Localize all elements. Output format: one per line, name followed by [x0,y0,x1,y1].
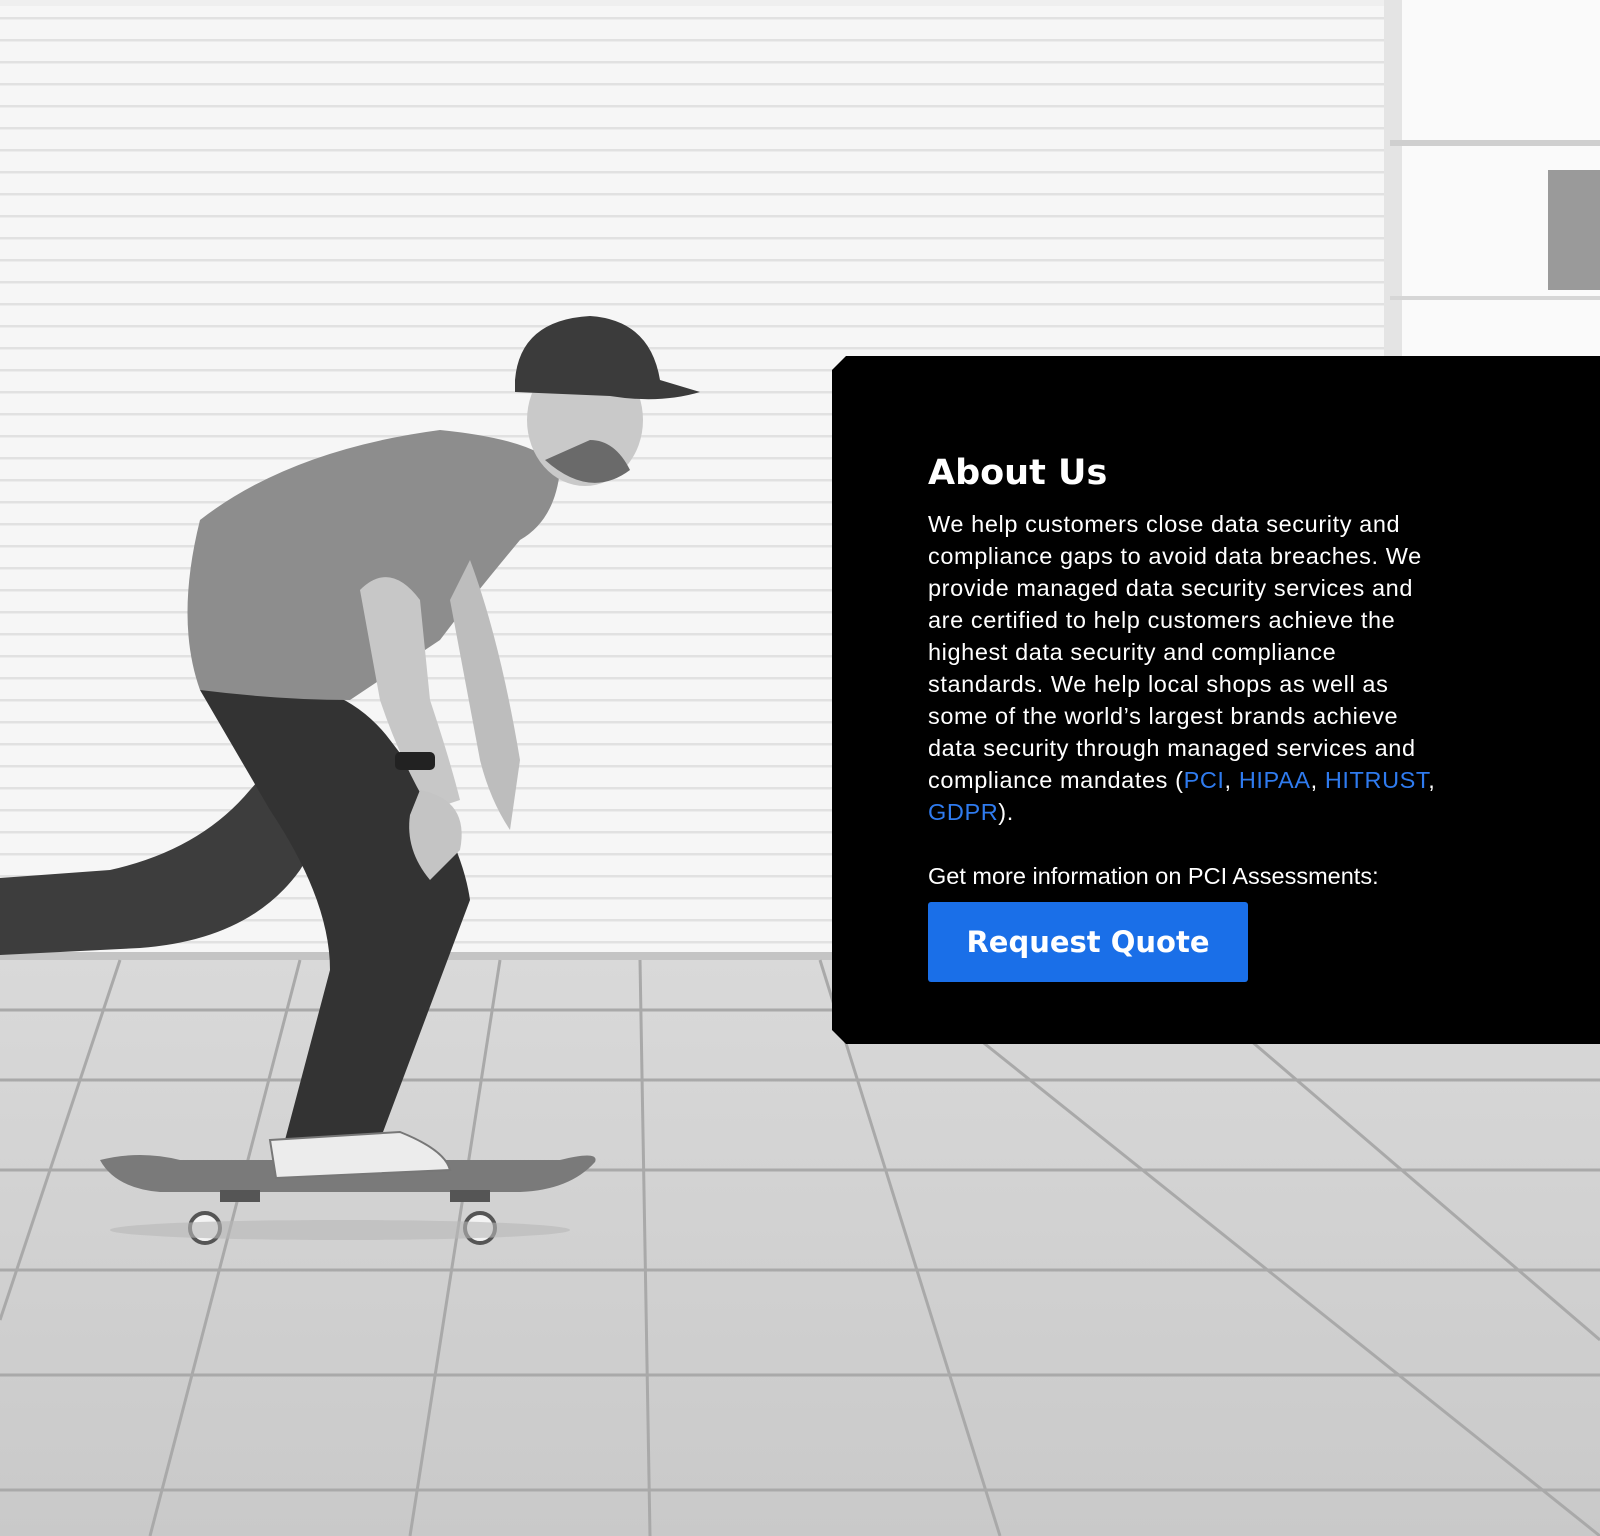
hipaa-link[interactable]: HIPAA [1239,767,1311,793]
about-card: About Us We help customers close data se… [832,356,1600,1044]
link-separator: , [1224,767,1239,793]
request-quote-button[interactable]: Request Quote [928,902,1248,982]
about-body-text: We help customers close data security an… [928,511,1422,793]
gdpr-link[interactable]: GDPR [928,799,998,825]
pci-info-text: Get more information on PCI Assessments: [928,863,1379,889]
hitrust-link[interactable]: HITRUST [1325,767,1428,793]
link-separator: , [1310,767,1325,793]
pci-link[interactable]: PCI [1184,767,1225,793]
closing-punctuation: ). [998,799,1014,825]
link-separator: , [1428,767,1436,793]
about-title: About Us [928,453,1108,493]
about-description: We help customers close data security an… [928,508,1448,828]
about-content: About Us We help customers close data se… [928,452,1448,982]
